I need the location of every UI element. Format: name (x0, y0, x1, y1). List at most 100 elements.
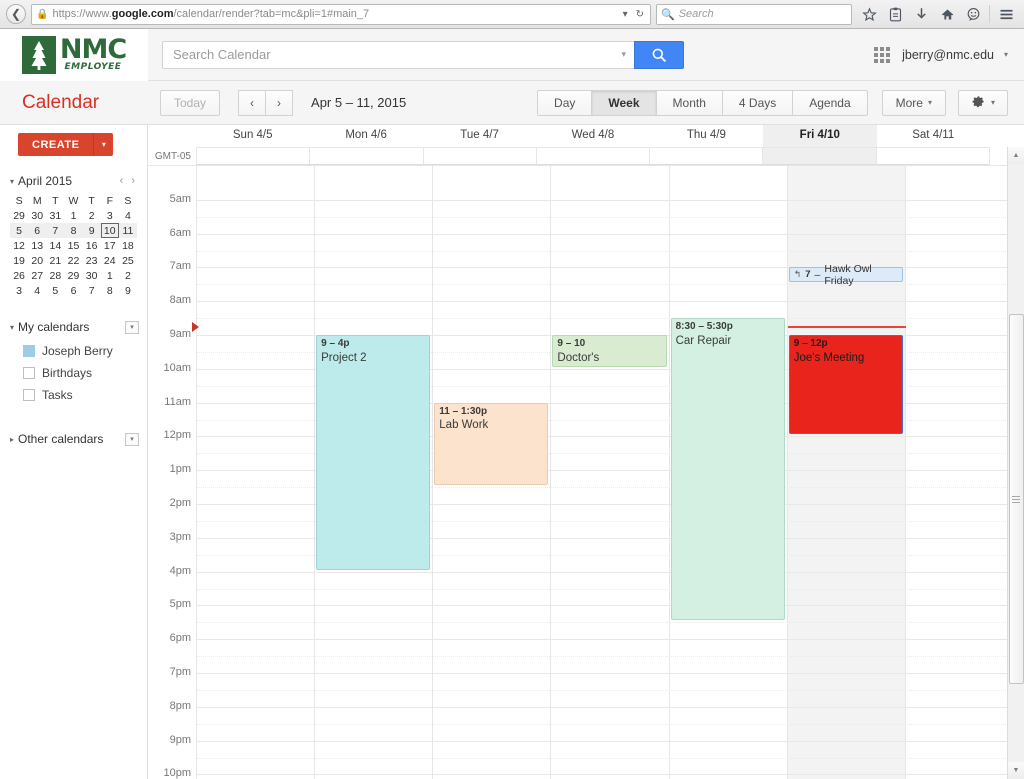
calendar-checkbox[interactable] (23, 367, 35, 379)
mini-week-row[interactable]: 29 30 31 1 2 3 4 (10, 208, 137, 223)
day-column-0[interactable] (197, 166, 316, 779)
mini-next-month-button[interactable]: › (131, 175, 135, 187)
mini-day-cell[interactable]: 6 (28, 223, 47, 238)
calendar-event[interactable]: 9 – 10 Doctor's Appointment (552, 335, 667, 367)
prev-week-button[interactable]: ‹ (238, 89, 267, 116)
calendar-event-chip[interactable]: ↰ 7– Hawk Owl Friday (788, 263, 903, 287)
mini-day-cell[interactable]: 18 (119, 238, 137, 253)
mini-day-cell[interactable]: 2 (83, 208, 101, 223)
mini-day-cell[interactable]: 4 (119, 208, 137, 223)
all-day-cell[interactable] (309, 147, 423, 165)
nmc-logo[interactable]: NMC EMPLOYEE (0, 28, 148, 81)
calendar-event[interactable]: 9 – 4p Project 2 (316, 335, 431, 570)
day-header-4[interactable]: Thu 4/9 (650, 125, 763, 147)
mini-day-cell[interactable]: 29 (10, 208, 28, 223)
day-column-5[interactable] (787, 166, 906, 779)
mini-day-cell[interactable]: 26 (10, 268, 28, 283)
calendar-list-item[interactable]: Birthdays (10, 362, 139, 384)
account-menu[interactable]: jberry@nmc.edu ▾ (902, 48, 1008, 62)
mini-day-cell[interactable]: 19 (10, 253, 28, 268)
all-day-cell[interactable] (649, 147, 763, 165)
chevron-down-icon[interactable]: ▾ (621, 9, 630, 20)
search-input[interactable] (171, 46, 616, 63)
address-bar[interactable]: 🔒 https://www.google.com/calendar/render… (31, 3, 651, 25)
mini-day-cell[interactable]: 7 (83, 283, 101, 298)
view-button-agenda[interactable]: Agenda (793, 89, 868, 116)
mini-day-cell[interactable]: 3 (10, 283, 28, 298)
mini-day-cell[interactable]: 6 (64, 283, 82, 298)
calendar-list-item[interactable]: Tasks (10, 384, 139, 406)
mini-day-cell[interactable]: 10 (100, 223, 119, 238)
mini-day-cell[interactable]: 17 (101, 238, 119, 253)
reading-list-icon[interactable] (883, 3, 907, 25)
create-button[interactable]: CREATE (18, 133, 94, 156)
mini-day-cell[interactable]: 4 (28, 283, 46, 298)
search-input-wrapper[interactable]: ▾ (162, 40, 634, 69)
mini-day-cell[interactable]: 5 (10, 223, 29, 238)
mini-day-cell[interactable]: 20 (28, 253, 46, 268)
mini-day-cell[interactable]: 13 (28, 238, 46, 253)
downloads-icon[interactable] (909, 3, 933, 25)
all-day-cell[interactable] (535, 147, 650, 165)
mini-day-cell[interactable]: 15 (64, 238, 82, 253)
mini-day-cell[interactable]: 9 (119, 283, 137, 298)
mini-day-cell[interactable]: 5 (46, 283, 64, 298)
day-header-0[interactable]: Sun 4/5 (196, 125, 309, 147)
expand-triangle-icon[interactable]: ▸ (10, 435, 14, 444)
mini-week-row[interactable]: 19 20 21 22 23 24 25 (10, 253, 137, 268)
collapse-triangle-icon[interactable]: ▾ (10, 323, 14, 332)
today-button[interactable]: Today (160, 89, 221, 116)
mini-day-cell[interactable]: 24 (101, 253, 119, 268)
mini-day-cell[interactable]: 30 (83, 268, 101, 283)
mini-week-row[interactable]: 26 27 28 29 30 1 2 (10, 268, 137, 283)
calendar-event[interactable]: 8:30 – 5:30p Car Repair (670, 318, 785, 621)
scroll-down-button[interactable]: ▼ (1007, 762, 1024, 779)
day-header-2[interactable]: Tue 4/7 (423, 125, 536, 147)
mini-day-cell[interactable]: 11 (118, 223, 137, 238)
mini-day-cell[interactable]: 30 (28, 208, 46, 223)
calendar-checkbox[interactable] (23, 389, 35, 401)
day-header-3[interactable]: Wed 4/8 (536, 125, 649, 147)
mini-day-cell[interactable]: 29 (64, 268, 82, 283)
calendar-event[interactable]: 9 – 12p Joe's Meeting (788, 335, 903, 435)
vertical-scrollbar[interactable]: ▲ ▼ (1007, 147, 1024, 779)
reload-icon[interactable]: ↻ (634, 9, 646, 20)
mini-day-cell[interactable]: 25 (119, 253, 137, 268)
mini-day-cell[interactable]: 27 (28, 268, 46, 283)
all-day-cell[interactable] (875, 147, 990, 165)
view-button-4-days[interactable]: 4 Days (722, 89, 794, 116)
mini-day-cell[interactable]: 8 (101, 283, 119, 298)
view-button-week[interactable]: Week (592, 89, 657, 116)
day-header-1[interactable]: Mon 4/6 (309, 125, 422, 147)
mini-prev-month-button[interactable]: ‹ (120, 175, 124, 187)
mini-day-cell[interactable]: 2 (119, 268, 137, 283)
day-column-3[interactable] (551, 166, 670, 779)
mini-day-cell[interactable]: 12 (10, 238, 28, 253)
mini-day-cell[interactable]: 22 (64, 253, 82, 268)
scroll-up-button[interactable]: ▲ (1007, 147, 1024, 164)
mini-day-cell[interactable]: 21 (46, 253, 64, 268)
bookmark-star-icon[interactable] (857, 3, 881, 25)
create-dropdown-caret-icon[interactable]: ▾ (93, 133, 114, 156)
my-calendars-menu-icon[interactable]: ▾ (125, 320, 139, 334)
mini-week-row[interactable]: 12 13 14 15 16 17 18 (10, 238, 137, 253)
calendar-checkbox[interactable] (23, 345, 35, 357)
collapse-triangle-icon[interactable]: ▾ (10, 177, 14, 186)
mini-day-cell[interactable]: 8 (64, 223, 83, 238)
calendar-list-item[interactable]: Joseph Berry (10, 340, 139, 362)
mini-day-cell[interactable]: 28 (46, 268, 64, 283)
back-arrow-icon[interactable]: ❮ (6, 4, 26, 24)
mini-day-cell[interactable]: 7 (46, 223, 65, 238)
view-button-day[interactable]: Day (537, 89, 593, 116)
all-day-cell[interactable] (422, 147, 536, 165)
apps-grid-icon[interactable] (874, 46, 891, 63)
scrollbar-thumb[interactable] (1008, 314, 1024, 684)
view-button-month[interactable]: Month (656, 89, 723, 116)
browser-search-box[interactable]: 🔍 Search (656, 3, 852, 25)
feedback-smiley-icon[interactable] (961, 3, 985, 25)
mini-day-cell[interactable]: 31 (46, 208, 64, 223)
menu-hamburger-icon[interactable] (994, 3, 1018, 25)
day-header-5[interactable]: Fri 4/10 (763, 125, 877, 147)
scrollbar-track[interactable] (1008, 164, 1024, 762)
settings-button[interactable]: ▾ (957, 89, 1008, 116)
